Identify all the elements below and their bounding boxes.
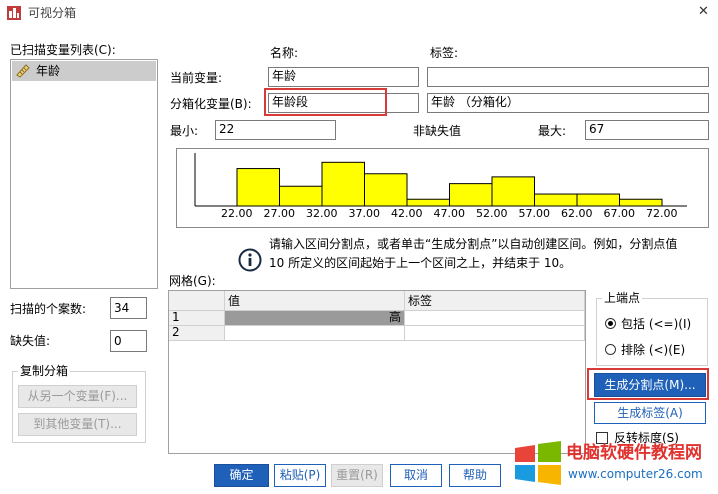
include-radio[interactable]	[605, 318, 616, 329]
max-value-field: 67	[585, 120, 709, 140]
copy-from-variable-button[interactable]: 从另一个变量(F)...	[18, 385, 137, 408]
bins-grid[interactable]: 值 标签 1 高 2	[168, 290, 586, 454]
grid-cell-value-text: 高	[388, 311, 401, 324]
histogram-bar	[491, 176, 535, 207]
label-header: 标签:	[430, 46, 459, 60]
list-item[interactable]: 年龄	[12, 61, 156, 81]
info-text-line1: 请输入区间分割点，或者单击“生成分割点”以自动创建区间。例如，分割点值	[269, 237, 678, 251]
info-text-line2: 10 所定义的区间起始于上一个区间之上，并结束于 10。	[269, 256, 572, 270]
histogram-tick-label: 57.00	[518, 207, 551, 220]
histogram-tick-label: 27.00	[263, 207, 296, 220]
help-button[interactable]: 帮助	[449, 464, 501, 487]
title-bar: 可视分箱 ✕	[0, 0, 718, 26]
copy-bins-title: 复制分箱	[18, 364, 71, 378]
grid-col-value-header[interactable]: 值	[225, 291, 405, 311]
histogram-bar	[619, 198, 663, 207]
histogram-tick-label: 32.00	[306, 207, 338, 220]
make-cutpoints-button[interactable]: 生成分割点(M)...	[594, 373, 706, 397]
binned-variable-name-field[interactable]: 年龄段	[268, 93, 419, 113]
histogram-bar	[576, 193, 620, 207]
copy-to-variables-button[interactable]: 到其他变量(T)...	[18, 413, 137, 436]
grid-col-value-text: 值	[228, 294, 241, 308]
paste-button[interactable]: 粘贴(P)	[274, 464, 326, 487]
histogram-tick-label: 37.00	[348, 207, 381, 220]
grid-row-number: 2	[169, 326, 225, 341]
watermark-title: 电脑软硬件教程网	[566, 443, 702, 463]
current-variable-label: 当前变量:	[170, 71, 223, 85]
min-value-field: 22	[215, 120, 336, 140]
histogram-bar	[449, 183, 493, 207]
scanned-variable-list[interactable]: 年龄	[10, 59, 158, 289]
cases-scanned-field: 34	[110, 297, 147, 319]
exclude-radio[interactable]	[605, 344, 616, 355]
info-icon	[238, 248, 262, 272]
reset-button[interactable]: 重置(R)	[331, 464, 383, 487]
grid-col-label-header[interactable]: 标签	[405, 291, 585, 311]
histogram-tick-label: 67.00	[603, 207, 636, 220]
histogram-tick-label: 72.00	[646, 207, 678, 220]
name-header: 名称:	[270, 46, 299, 60]
include-radio-label[interactable]: 包括 (<=)(I)	[621, 317, 691, 331]
missing-values-label: 缺失值:	[10, 334, 51, 348]
histogram-panel: 22.00 27.00 32.00 37.00 42.00 47.00 52.00 57.00…	[176, 148, 709, 228]
app-icon	[6, 5, 22, 21]
nonmissing-label: 非缺失值	[413, 124, 462, 138]
grid-corner	[169, 291, 225, 311]
histogram-tick-label: 62.00	[561, 207, 593, 220]
grid-cell-label[interactable]	[405, 326, 585, 341]
cases-scanned-label: 扫描的个案数:	[10, 302, 87, 316]
current-variable-name-field[interactable]: 年龄	[268, 67, 419, 87]
grid-cell-value[interactable]	[225, 326, 405, 341]
list-item-label: 年龄	[36, 64, 61, 78]
ok-button[interactable]: 确定	[214, 464, 269, 487]
grid-cell-label[interactable]	[405, 311, 585, 326]
histogram-bar	[534, 193, 578, 207]
max-label: 最大:	[538, 124, 567, 138]
histogram-tick-label: 47.00	[433, 207, 466, 220]
windows-logo-icon	[513, 440, 563, 486]
histogram-bar	[321, 161, 365, 207]
binned-variable-label-field[interactable]: 年龄 （分箱化）	[427, 93, 709, 113]
histogram-tick-label: 22.00	[221, 207, 253, 220]
histogram-bar	[406, 198, 450, 207]
window-title: 可视分箱	[28, 6, 77, 20]
histogram-tick-label: 52.00	[476, 207, 508, 220]
watermark-url: www.computer26.com	[568, 467, 703, 481]
grid-label: 网格(G):	[169, 274, 216, 288]
close-icon[interactable]: ✕	[698, 5, 709, 19]
make-labels-button[interactable]: 生成标签(A)	[594, 402, 706, 424]
cancel-button[interactable]: 取消	[390, 464, 442, 487]
ruler-icon	[16, 64, 30, 78]
min-label: 最小:	[170, 124, 199, 138]
current-variable-label-field[interactable]	[427, 67, 709, 87]
grid-col-label-text: 标签	[408, 294, 433, 308]
grid-cell-value[interactable]: 高	[225, 311, 405, 326]
missing-values-field: 0	[110, 330, 147, 352]
histogram-bar	[279, 185, 323, 207]
histogram-bar	[236, 168, 280, 207]
histogram-tick-label: 42.00	[391, 207, 423, 220]
histogram-bar	[364, 173, 408, 207]
scanned-list-label: 已扫描变量列表(C):	[10, 43, 116, 57]
grid-row-number: 1	[169, 311, 225, 326]
upper-endpoint-title: 上端点	[602, 291, 643, 305]
binned-variable-label: 分箱化变量(B):	[170, 97, 252, 111]
exclude-radio-label[interactable]: 排除 (<)(E)	[621, 343, 685, 357]
